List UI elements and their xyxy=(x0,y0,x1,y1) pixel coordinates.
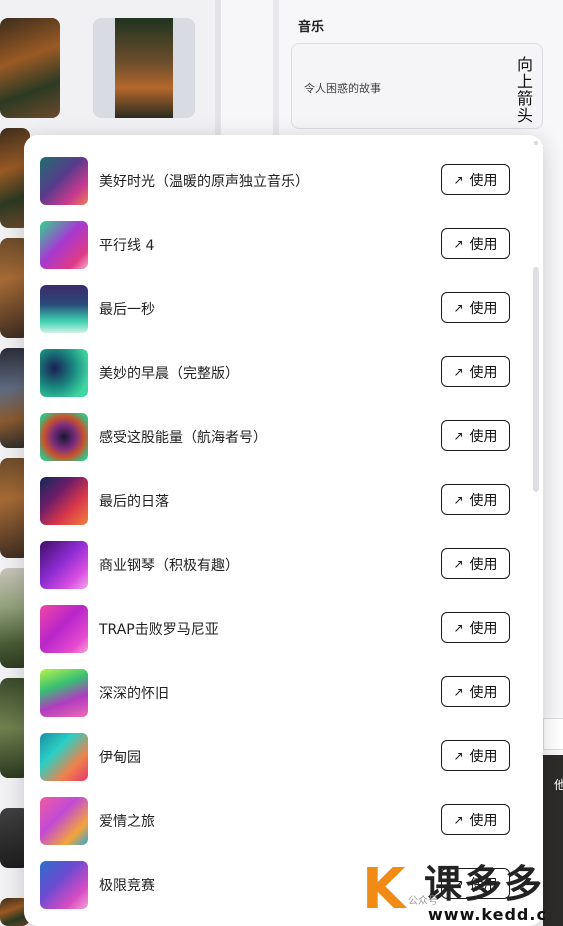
track-row[interactable]: TRAP击败罗马尼亚 ↗ 使用 xyxy=(24,599,524,663)
use-button-label: 使用 xyxy=(469,300,498,317)
track-row[interactable]: 最后一秒 ↗ 使用 xyxy=(24,279,524,343)
track-row[interactable]: 伊甸园 ↗ 使用 xyxy=(24,727,524,791)
track-name: TRAP击败罗马尼亚 xyxy=(99,622,219,638)
use-button[interactable]: ↗ 使用 xyxy=(441,484,510,515)
track-name: 极限竞赛 xyxy=(99,878,155,894)
scroll-indicator xyxy=(534,141,538,145)
track-cover xyxy=(40,285,88,333)
use-button-label: 使用 xyxy=(469,172,498,189)
use-button[interactable]: ↗ 使用 xyxy=(441,548,510,579)
scrollbar[interactable] xyxy=(533,267,539,492)
track-name: 最后一秒 xyxy=(99,302,155,318)
track-cover xyxy=(40,797,88,845)
track-name: 感受这股能量（航海者号） xyxy=(99,430,267,446)
watermark: K 课多多 公众号 www.kedd.c xyxy=(362,857,563,925)
track-name: 平行线 4 xyxy=(99,238,155,254)
arrow-up-right-icon: ↗ xyxy=(453,172,464,187)
use-button[interactable]: ↗ 使用 xyxy=(441,804,510,835)
use-button[interactable]: ↗ 使用 xyxy=(441,292,510,323)
use-button[interactable]: ↗ 使用 xyxy=(441,164,510,195)
use-button-label: 使用 xyxy=(469,684,498,701)
track-row[interactable]: 感受这股能量（航海者号） ↗ 使用 xyxy=(24,407,524,471)
track-row[interactable]: 商业钢琴（积极有趣） ↗ 使用 xyxy=(24,535,524,599)
track-name: 美妙的早晨（完整版） xyxy=(99,366,239,382)
use-button[interactable]: ↗ 使用 xyxy=(441,228,510,259)
track-cover xyxy=(40,157,88,205)
track-row[interactable]: 最后的日落 ↗ 使用 xyxy=(24,471,524,535)
music-section-title: 音乐 xyxy=(298,20,325,35)
use-button[interactable]: ↗ 使用 xyxy=(441,740,510,771)
track-cover xyxy=(40,861,88,909)
track-name: 伊甸园 xyxy=(99,750,141,766)
track-row[interactable]: 美好时光（温暖的原声独立音乐） ↗ 使用 xyxy=(24,151,524,215)
use-button-label: 使用 xyxy=(469,492,498,509)
arrow-up-right-icon: ↗ xyxy=(453,364,464,379)
preview-text: 他 xyxy=(554,778,563,792)
track-row[interactable]: 深深的怀旧 ↗ 使用 xyxy=(24,663,524,727)
use-button[interactable]: ↗ 使用 xyxy=(441,420,510,451)
arrow-up-right-icon: ↗ xyxy=(453,300,464,315)
watermark-brand: 课多多 xyxy=(424,862,545,906)
arrow-up-right-icon: ↗ xyxy=(453,684,464,699)
watermark-url: www.kedd.c xyxy=(428,905,547,924)
music-selector[interactable]: 令人困惑的故事 向上箭头 xyxy=(291,43,543,129)
panel-fragment xyxy=(543,718,563,750)
track-name: 商业钢琴（积极有趣） xyxy=(99,558,239,574)
arrow-up-right-icon: ↗ xyxy=(453,556,464,571)
use-button[interactable]: ↗ 使用 xyxy=(441,612,510,643)
arrow-up-right-icon: ↗ xyxy=(453,236,464,251)
use-button-label: 使用 xyxy=(469,812,498,829)
track-cover xyxy=(40,605,88,653)
track-cover xyxy=(40,733,88,781)
arrow-up-right-icon: ↗ xyxy=(453,812,464,827)
track-cover xyxy=(40,669,88,717)
track-row[interactable]: 平行线 4 ↗ 使用 xyxy=(24,215,524,279)
arrow-up-right-icon: ↗ xyxy=(453,428,464,443)
use-button-label: 使用 xyxy=(469,236,498,253)
track-cover xyxy=(40,541,88,589)
track-name: 最后的日落 xyxy=(99,494,169,510)
gallery-thumb[interactable] xyxy=(93,18,195,118)
arrow-up-right-icon: ↗ xyxy=(453,748,464,763)
arrow-up-right-icon: ↗ xyxy=(453,492,464,507)
use-button-label: 使用 xyxy=(469,364,498,381)
track-name: 深深的怀旧 xyxy=(99,686,169,702)
gallery-thumb[interactable] xyxy=(0,18,60,118)
track-cover xyxy=(40,413,88,461)
track-row[interactable]: 爱情之旅 ↗ 使用 xyxy=(24,791,524,855)
track-row[interactable]: 美妙的早晨（完整版） ↗ 使用 xyxy=(24,343,524,407)
use-button[interactable]: ↗ 使用 xyxy=(441,356,510,387)
track-cover xyxy=(40,221,88,269)
watermark-logo: K xyxy=(362,857,406,922)
use-button-label: 使用 xyxy=(469,620,498,637)
track-cover xyxy=(40,477,88,525)
use-button-label: 使用 xyxy=(469,556,498,573)
use-button-label: 使用 xyxy=(469,748,498,765)
music-dropdown: 美好时光（温暖的原声独立音乐） ↗ 使用 平行线 4 ↗ 使用 最后一秒 ↗ 使用 美妙的早晨（完… xyxy=(24,135,543,926)
vertical-label: 向上箭头 xyxy=(514,56,533,124)
track-cover xyxy=(40,349,88,397)
use-button[interactable]: ↗ 使用 xyxy=(441,676,510,707)
track-name: 美好时光（温暖的原声独立音乐） xyxy=(99,174,309,190)
arrow-up-right-icon: ↗ xyxy=(453,620,464,635)
current-track-name: 令人困惑的故事 xyxy=(304,82,381,95)
track-name: 爱情之旅 xyxy=(99,814,155,830)
use-button-label: 使用 xyxy=(469,428,498,445)
